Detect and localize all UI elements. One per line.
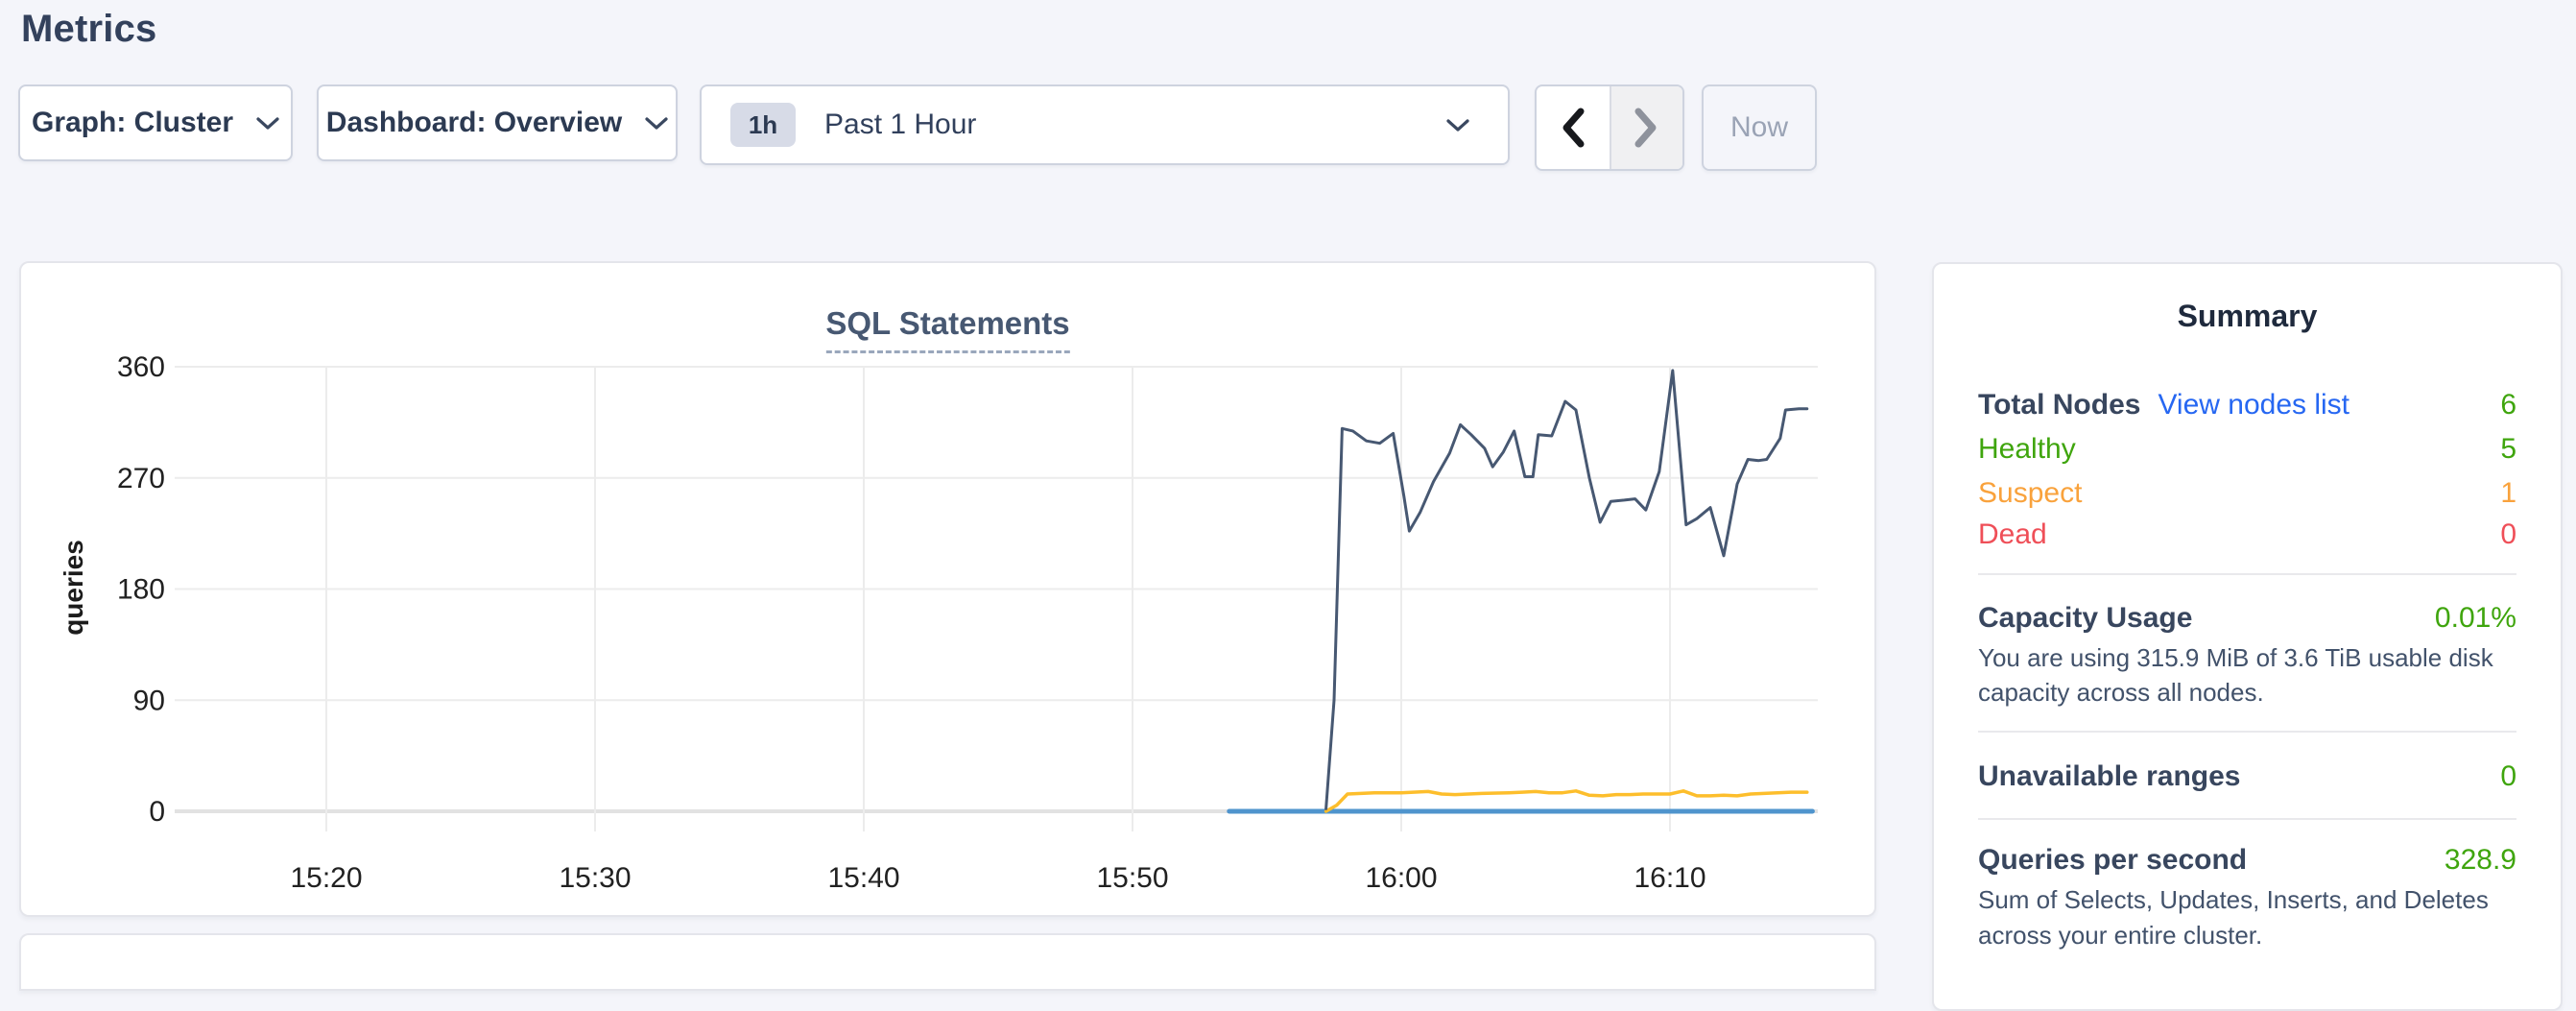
svg-text:16:10: 16:10 [1634,862,1705,894]
next-chart-card [19,933,1876,991]
healthy-nodes-row: Healthy 5 [1978,433,2516,466]
queries-per-second-value: 328.9 [2445,844,2516,877]
prev-time-button[interactable] [1537,86,1610,169]
chevron-down-icon [1446,118,1469,132]
divider [1978,818,2516,820]
queries-per-second-label: Queries per second [1978,844,2247,877]
queries-per-second-description: Sum of Selects, Updates, Inserts, and De… [1978,882,2522,953]
svg-text:90: 90 [133,685,165,716]
chevron-down-icon [645,116,668,131]
sql-statements-chart-card: SQL Statements 09018027036015:2015:3015:… [19,261,1876,917]
total-nodes-value: 6 [2500,389,2516,421]
svg-text:15:20: 15:20 [290,862,362,894]
suspect-label: Suspect [1978,477,2082,510]
sql-statements-chart: 0 90 180 270 360 15:20 15:30 15:40 15:50 16:00 16:… [21,263,1878,919]
summary-panel: Summary Total Nodes View nodes list 6 He… [1932,262,2563,1011]
graph-dropdown[interactable]: Graph: Cluster [18,84,293,161]
svg-text:queries: queries [59,540,88,636]
button-divider [1610,86,1611,169]
dashboard-dropdown-label: Dashboard: Overview [326,107,622,139]
graph-dropdown-label: Graph: Cluster [32,107,233,139]
next-time-button[interactable] [1610,86,1682,169]
capacity-usage-label: Capacity Usage [1978,602,2192,635]
chevron-down-icon [256,116,279,131]
now-button[interactable]: Now [1702,84,1817,171]
total-nodes-row: Total Nodes View nodes list 6 [1978,389,2516,421]
total-nodes-label: Total Nodes [1978,389,2140,421]
dead-nodes-row: Dead 0 [1978,518,2516,551]
healthy-label: Healthy [1978,433,2076,466]
chevron-right-icon [1634,108,1658,148]
svg-text:15:50: 15:50 [1096,862,1168,894]
time-range-selector[interactable]: 1h Past 1 Hour [700,84,1510,165]
svg-text:270: 270 [117,463,165,494]
chevron-left-icon [1561,108,1586,148]
svg-text:180: 180 [117,574,165,606]
svg-text:15:30: 15:30 [559,862,631,894]
capacity-usage-row: Capacity Usage 0.01% [1978,602,2516,635]
svg-text:15:40: 15:40 [827,862,899,894]
divider [1978,573,2516,575]
unavailable-ranges-label: Unavailable ranges [1978,760,2240,793]
unavailable-ranges-value: 0 [2500,760,2516,793]
svg-text:360: 360 [117,351,165,383]
time-range-badge: 1h [730,103,796,147]
time-nav-group [1535,84,1684,171]
dashboard-dropdown[interactable]: Dashboard: Overview [317,84,678,161]
capacity-usage-value: 0.01% [2435,602,2516,635]
divider [1978,731,2516,733]
dead-label: Dead [1978,518,2047,551]
page-title: Metrics [21,8,156,51]
time-range-label: Past 1 Hour [824,108,1446,141]
summary-title: Summary [1934,299,2561,334]
queries-per-second-row: Queries per second 328.9 [1978,844,2516,877]
unavailable-ranges-row: Unavailable ranges 0 [1978,760,2516,793]
view-nodes-list-link[interactable]: View nodes list [2158,389,2349,421]
dead-value: 0 [2500,518,2516,551]
suspect-nodes-row: Suspect 1 [1978,477,2516,510]
svg-text:16:00: 16:00 [1365,862,1437,894]
healthy-value: 5 [2500,433,2516,466]
suspect-value: 1 [2500,477,2516,510]
svg-text:0: 0 [149,796,165,828]
capacity-usage-description: You are using 315.9 MiB of 3.6 TiB usabl… [1978,640,2522,710]
